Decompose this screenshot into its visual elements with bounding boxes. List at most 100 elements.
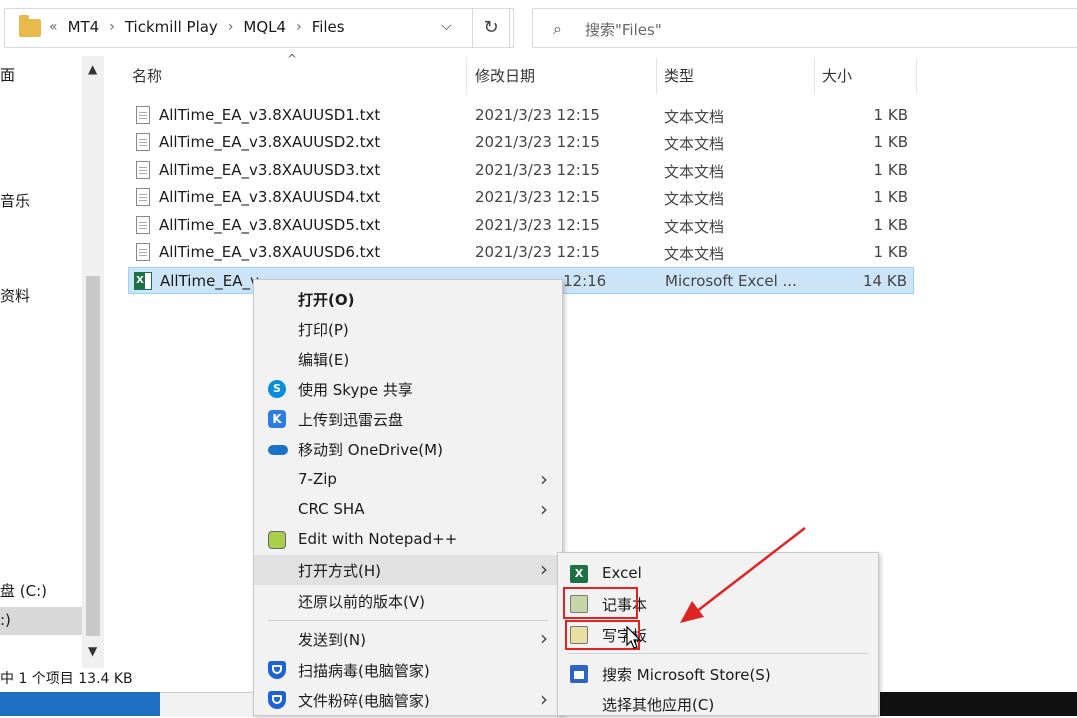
- file-type: 文本文档: [664, 218, 725, 236]
- chevron-right-icon: ›: [540, 687, 548, 711]
- file-date: 2021/3/23 12:15: [475, 188, 600, 206]
- menu-item-virus-scan[interactable]: 扫描病毒(电脑管家): [254, 655, 562, 685]
- chevron-right-icon: ›: [540, 467, 548, 491]
- status-bar: 中 1 个项目 13.4 KB: [0, 671, 133, 687]
- text-file-icon: [136, 216, 150, 234]
- menu-item-edit[interactable]: 编辑(E): [254, 344, 562, 374]
- menu-item-label: 扫描病毒(电脑管家): [298, 662, 430, 680]
- file-row[interactable]: AllTime_EA_v3.8XAUUSD3.txt 2021/3/23 12:…: [128, 157, 914, 184]
- nav-item-documents[interactable]: 资料: [0, 285, 30, 306]
- file-date: 2021/3/23 12:15: [475, 106, 600, 124]
- text-file-icon: [136, 161, 150, 179]
- nav-scrollbar[interactable]: ▲ ▼: [82, 56, 104, 668]
- excel-icon: X: [570, 565, 588, 583]
- scroll-down-icon[interactable]: ▼: [88, 644, 97, 658]
- file-size: 1 KB: [873, 161, 908, 179]
- file-date: 2021/3/23 12:15: [475, 133, 600, 151]
- menu-item-send-to[interactable]: 发送到(N) ›: [254, 624, 562, 654]
- file-size: 14 KB: [863, 272, 907, 290]
- submenu-separator: [568, 653, 868, 654]
- breadcrumb-tickmill[interactable]: Tickmill Play: [125, 18, 218, 36]
- refresh-button[interactable]: ↻: [472, 8, 510, 48]
- file-name: AllTime_EA_v3.8XAUUSD6.txt: [159, 243, 381, 261]
- taskbar-fragment-right: [880, 692, 1077, 716]
- file-size: 1 KB: [873, 243, 908, 261]
- search-placeholder: 搜索"Files": [585, 21, 662, 39]
- scroll-up-icon[interactable]: ▲: [88, 62, 97, 76]
- column-divider[interactable]: [916, 58, 917, 94]
- nav-item-drive-selected[interactable]: :): [0, 611, 11, 629]
- menu-item-7zip[interactable]: 7-Zip ›: [254, 465, 562, 495]
- file-type: 文本文档: [664, 135, 725, 153]
- submenu-item-choose-app[interactable]: 选择其他应用(C): [558, 688, 878, 718]
- submenu-item-ms-store[interactable]: 搜索 Microsoft Store(S): [558, 658, 878, 688]
- column-divider[interactable]: [814, 58, 815, 94]
- chevron-down-icon[interactable]: ⌵: [441, 18, 452, 34]
- menu-item-label: 打印(P): [298, 321, 349, 339]
- nav-item-music[interactable]: 音乐: [0, 190, 30, 211]
- menu-item-skype-share[interactable]: S 使用 Skype 共享: [254, 374, 562, 404]
- menu-item-open[interactable]: 打开(O): [254, 284, 562, 314]
- file-date: 2021/3/23 12:15: [475, 243, 600, 261]
- file-date: 2021/3/23 12:15: [475, 216, 600, 234]
- file-name: AllTime_EA_v3.8XAUUSD5.txt: [159, 216, 381, 234]
- store-icon: [570, 665, 588, 683]
- file-name: AllTime_EA_v3.8XAUUSD1.txt: [159, 106, 381, 124]
- menu-item-print[interactable]: 打印(P): [254, 314, 562, 344]
- breadcrumb-mt4[interactable]: MT4: [68, 18, 100, 36]
- column-header-name[interactable]: 名称: [132, 58, 162, 94]
- breadcrumb-mql4[interactable]: MQL4: [243, 18, 286, 36]
- menu-item-crc-sha[interactable]: CRC SHA ›: [254, 495, 562, 525]
- column-divider[interactable]: [656, 58, 657, 94]
- menu-item-onedrive[interactable]: 移动到 OneDrive(M): [254, 434, 562, 464]
- chevron-right-icon: ›: [296, 19, 302, 35]
- address-bar[interactable]: « MT4 › Tickmill Play › MQL4 › Files ⌵: [4, 8, 514, 48]
- overflow-chevron-icon[interactable]: «: [49, 19, 58, 35]
- search-icon: ⌕: [553, 19, 562, 38]
- breadcrumb-files[interactable]: Files: [312, 18, 345, 36]
- chevron-right-icon: ›: [540, 557, 548, 581]
- menu-item-restore-versions[interactable]: 还原以前的版本(V): [254, 586, 562, 616]
- column-header-size[interactable]: 大小: [822, 58, 852, 94]
- menu-item-label: 发送到(N): [298, 631, 366, 649]
- menu-item-label: 文件粉碎(电脑管家): [298, 692, 430, 710]
- file-row[interactable]: AllTime_EA_v3.8XAUUSD2.txt 2021/3/23 12:…: [128, 129, 914, 156]
- nav-item-drive-c[interactable]: 盘 (C:): [0, 580, 47, 601]
- annotation-arrow: [680, 527, 806, 623]
- file-row[interactable]: AllTime_EA_v3.8XAUUSD4.txt 2021/3/23 12:…: [128, 184, 914, 211]
- bottom-strip: [160, 692, 255, 717]
- nav-item-desktop[interactable]: 面: [0, 64, 15, 85]
- shield-icon: [268, 691, 286, 709]
- file-size: 1 KB: [873, 188, 908, 206]
- file-type: 文本文档: [664, 190, 725, 208]
- excel-file-icon: [134, 272, 152, 290]
- file-size: 1 KB: [873, 106, 908, 124]
- file-row[interactable]: AllTime_EA_v3.8XAUUSD1.txt 2021/3/23 12:…: [128, 102, 914, 129]
- file-type: 文本文档: [664, 163, 725, 181]
- scroll-thumb[interactable]: [86, 276, 100, 636]
- menu-item-label: CRC SHA: [298, 500, 365, 518]
- context-menu: 打开(O) 打印(P) 编辑(E) S 使用 Skype 共享 K 上传到迅雷云…: [253, 279, 563, 716]
- chevron-right-icon: ›: [109, 19, 115, 35]
- submenu-item-label: 选择其他应用(C): [602, 696, 715, 714]
- file-size: 1 KB: [873, 133, 908, 151]
- notepadpp-icon: [268, 531, 286, 549]
- nav-selection: [0, 607, 82, 635]
- submenu-item-label: 搜索 Microsoft Store(S): [602, 666, 771, 684]
- file-row[interactable]: AllTime_EA_v3.8XAUUSD5.txt 2021/3/23 12:…: [128, 212, 914, 239]
- menu-item-file-shredder[interactable]: 文件粉碎(电脑管家) ›: [254, 685, 562, 715]
- column-header-type[interactable]: 类型: [664, 58, 694, 94]
- file-name: AllTime_EA_v: [160, 272, 259, 290]
- file-row[interactable]: AllTime_EA_v3.8XAUUSD6.txt 2021/3/23 12:…: [128, 239, 914, 266]
- menu-item-open-with[interactable]: 打开方式(H) ›: [254, 555, 562, 585]
- menu-item-notepadpp[interactable]: Edit with Notepad++: [254, 525, 562, 555]
- chevron-right-icon: ›: [540, 497, 548, 521]
- column-header-date[interactable]: 修改日期: [475, 58, 535, 94]
- search-box[interactable]: ⌕ 搜索"Files": [532, 8, 1077, 48]
- address-toolbar: « MT4 › Tickmill Play › MQL4 › Files ⌵ ↻…: [0, 0, 1077, 56]
- breadcrumb: « MT4 › Tickmill Play › MQL4 › Files: [49, 18, 345, 36]
- shield-icon: [268, 661, 286, 679]
- column-divider[interactable]: [466, 58, 467, 94]
- file-type: 文本文档: [664, 245, 725, 263]
- menu-item-xunlei-upload[interactable]: K 上传到迅雷云盘: [254, 404, 562, 434]
